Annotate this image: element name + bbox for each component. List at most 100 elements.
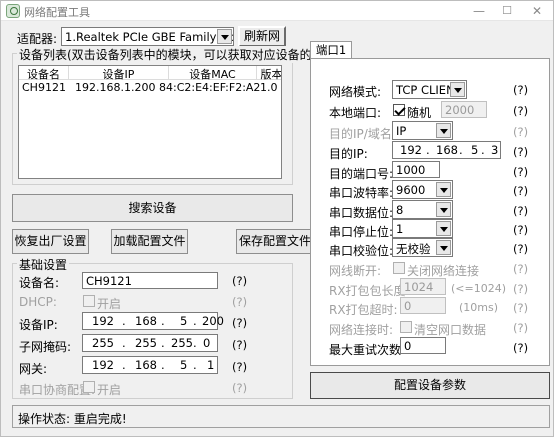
network-connect-label: 网络连接时: (329, 323, 394, 337)
parity-select[interactable]: 无校验 (392, 238, 453, 257)
dhcp-checkbox-label: 开启 (97, 297, 122, 311)
target-port-label: 目的端口号: (329, 167, 394, 181)
baud-rate-help[interactable]: (?) (513, 184, 528, 198)
target-ip-domain-help[interactable]: (?) (513, 125, 528, 139)
dhcp-checkbox[interactable] (83, 295, 95, 307)
parity-label: 串口校验位: (329, 244, 394, 258)
network-mode-label: 网络模式: (329, 85, 382, 99)
maximize-button[interactable]: ☐ (493, 1, 521, 21)
rx-packet-length-help[interactable]: (?) (513, 282, 528, 296)
gateway-help[interactable]: (?) (232, 360, 247, 374)
status-bar: 操作状态: 重启完成! (12, 405, 550, 428)
target-ip-field[interactable]: 192. 168. 5. 3 (392, 141, 501, 159)
device-ip-label: 设备IP: (19, 318, 58, 332)
close-connection-checkbox[interactable] (393, 262, 405, 274)
factory-reset-button[interactable]: 恢复出厂设置 (12, 229, 89, 254)
adapter-select-value: 1.Realtek PCIe GBE Family Cont: (65, 30, 234, 44)
device-list-title: 设备列表(双击设备列表中的模块，可以获取对应设备的配置) (17, 46, 343, 63)
parity-help[interactable]: (?) (513, 242, 528, 256)
rx-packet-timeout-help[interactable]: (?) (513, 301, 528, 315)
cell-device-version: 1.0 (260, 81, 278, 94)
target-ip-domain-select[interactable]: IP (392, 121, 453, 140)
chevron-down-icon (436, 240, 451, 255)
target-port-help[interactable]: (?) (513, 165, 528, 179)
chevron-down-icon (436, 202, 451, 217)
load-config-button[interactable]: 加载配置文件 (111, 229, 188, 254)
basic-settings-title: 基础设置 (17, 256, 70, 273)
device-name-help[interactable]: (?) (232, 274, 247, 288)
max-retry-field[interactable]: 0 (400, 337, 446, 354)
target-ip-label: 目的IP: (329, 147, 368, 161)
net-disconnect-help[interactable]: (?) (513, 262, 528, 276)
data-bits-select[interactable]: 8 (392, 200, 453, 219)
rx-packet-length-label: RX打包包长度: (329, 284, 410, 298)
close-connection-label: 关闭网络连接 (407, 264, 480, 278)
network-mode-select[interactable]: TCP CLIENT (392, 80, 467, 99)
gateway-label: 网关: (19, 362, 48, 376)
rx-packet-timeout-field[interactable]: 0 (400, 297, 446, 314)
chevron-down-icon (217, 29, 232, 44)
column-header-mac[interactable]: 设备MAC (169, 66, 257, 81)
app-window: 网络配置工具 — ☐ ✕ 适配器: 1.Realtek PCIe GBE Fam… (0, 0, 554, 437)
device-ip-field[interactable]: 192. 168. 5. 200 (82, 312, 224, 330)
gateway-field[interactable]: 192. 168. 5. 1 (82, 356, 218, 374)
serial-negotiation-checkbox-label: 开启 (97, 383, 122, 397)
tab-port1[interactable]: 端口1 (310, 41, 352, 59)
target-port-field[interactable]: 1000 (392, 161, 440, 178)
local-port-help[interactable]: (?) (513, 104, 528, 118)
stop-bits-label: 串口停止位: (329, 225, 394, 239)
stop-bits-help[interactable]: (?) (513, 223, 528, 237)
baud-rate-select[interactable]: 9600 (392, 180, 453, 199)
clear-network-data-checkbox[interactable] (400, 321, 412, 333)
column-header-version[interactable]: 版本 (257, 66, 281, 81)
column-header-ip[interactable]: 设备IP (69, 66, 169, 81)
subnet-mask-field[interactable]: 255. 255. 255. 0 (82, 334, 218, 352)
serial-negotiation-checkbox[interactable] (83, 381, 95, 393)
network-mode-help[interactable]: (?) (513, 83, 528, 97)
data-bits-help[interactable]: (?) (513, 204, 528, 218)
save-config-button[interactable]: 保存配置文件 (236, 229, 314, 254)
random-port-checkbox-label: 随机 (407, 106, 432, 120)
chevron-down-icon (436, 221, 451, 236)
subnet-help[interactable]: (?) (232, 338, 247, 352)
configure-device-button[interactable]: 配置设备参数 (310, 372, 550, 399)
net-disconnect-label: 网线断开: (329, 264, 382, 278)
device-table[interactable]: 设备名 设备IP 设备MAC 版本 CH9121 192.168.1.200 8… (18, 65, 282, 179)
cell-device-mac: 84:C2:E4:EF:F2:A2 (159, 81, 261, 94)
device-name-field[interactable]: CH9121 (82, 272, 218, 289)
device-ip-help[interactable]: (?) (232, 316, 247, 330)
clear-network-data-label: 清空网口数据 (414, 323, 487, 337)
rx-packet-timeout-label: RX打包超时: (329, 303, 398, 317)
stop-bits-select[interactable]: 1 (392, 219, 453, 238)
search-devices-button[interactable]: 搜索设备 (12, 194, 293, 222)
status-text: 操作状态: 重启完成! (18, 412, 127, 426)
network-connect-help[interactable]: (?) (513, 321, 528, 335)
serial-negotiation-help[interactable]: (?) (232, 381, 247, 395)
baud-rate-label: 串口波特率: (329, 186, 394, 200)
local-port-field[interactable]: 2000 (441, 101, 487, 118)
local-port-label: 本地端口: (329, 106, 382, 120)
cell-device-name: CH9121 (22, 81, 66, 94)
window-title: 网络配置工具 (24, 6, 90, 19)
dhcp-label: DHCP: (19, 295, 57, 309)
adapter-select[interactable]: 1.Realtek PCIe GBE Family Cont: (61, 27, 234, 46)
cell-device-ip: 192.168.1.200 (75, 81, 156, 94)
subnet-label: 子网掩码: (19, 340, 72, 354)
rx-packet-timeout-hint: (10ms) (459, 301, 499, 314)
max-retry-help[interactable]: (?) (513, 341, 528, 355)
refresh-adapter-button[interactable]: 刷新网卡 (238, 26, 286, 60)
data-bits-label: 串口数据位: (329, 206, 394, 220)
chevron-down-icon (436, 182, 451, 197)
max-retry-label: 最大重试次数: (329, 343, 406, 357)
close-button[interactable]: ✕ (523, 1, 551, 21)
column-header-name[interactable]: 设备名 (19, 66, 69, 81)
dhcp-help[interactable]: (?) (232, 295, 247, 309)
target-ip-help[interactable]: (?) (513, 145, 528, 159)
random-port-checkbox[interactable] (393, 104, 405, 116)
chevron-down-icon (436, 123, 451, 138)
app-icon (6, 4, 20, 18)
minimize-button[interactable]: — (465, 1, 493, 21)
device-name-label: 设备名: (19, 276, 60, 290)
adapter-label: 适配器: (17, 32, 58, 46)
rx-packet-length-field[interactable]: 1024 (400, 278, 446, 295)
